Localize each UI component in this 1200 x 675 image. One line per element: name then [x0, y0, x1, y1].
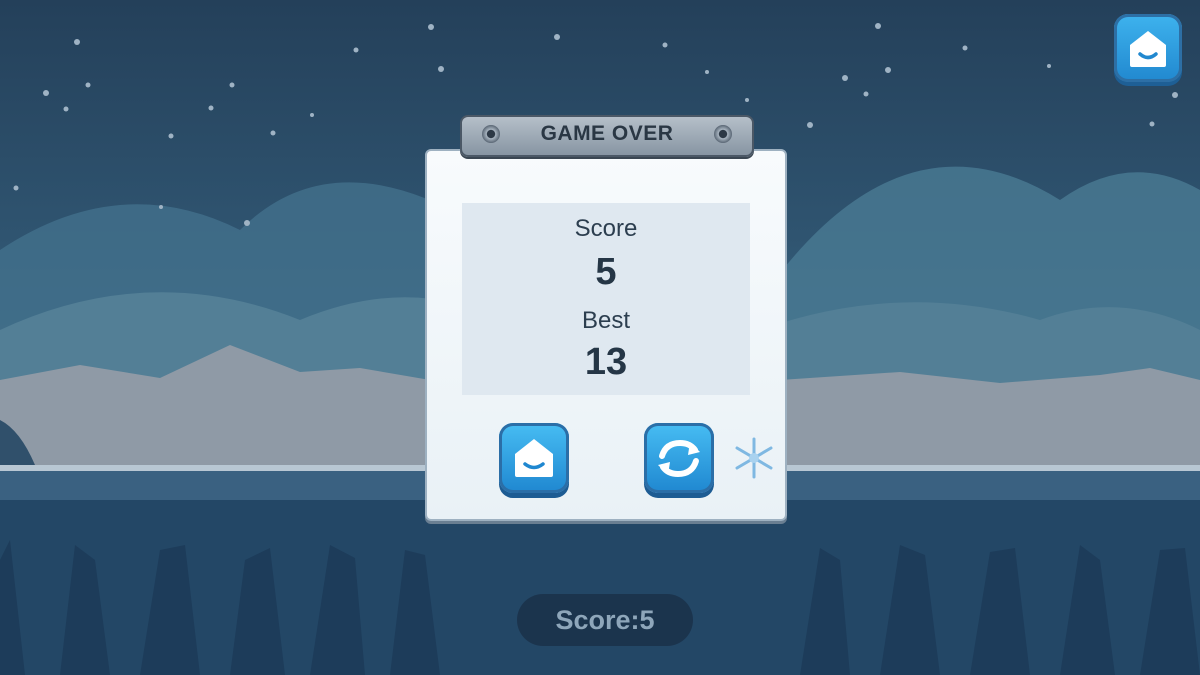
dialog-panel: Score 5 Best 13 [425, 149, 787, 521]
snowflake-icon [735, 437, 773, 479]
restart-button[interactable] [644, 423, 714, 493]
score-value: 5 [595, 251, 617, 293]
star [85, 82, 91, 88]
star [842, 75, 848, 81]
star [554, 34, 560, 40]
star [1149, 121, 1155, 127]
star [705, 70, 709, 74]
star [208, 105, 214, 111]
home-button[interactable] [1114, 14, 1182, 82]
star [875, 23, 881, 29]
star [229, 82, 235, 88]
title-plate: GAME OVER [460, 115, 754, 157]
score-label: Score [574, 215, 638, 242]
star [807, 122, 813, 128]
best-label: Best [581, 307, 631, 334]
score-summary: Score 5 Best 13 [462, 203, 750, 395]
star [159, 205, 163, 209]
star [662, 42, 668, 48]
star [168, 133, 174, 139]
star [885, 67, 891, 73]
best-value: 13 [584, 341, 628, 383]
star [13, 185, 19, 191]
star [1172, 92, 1178, 98]
star [310, 113, 314, 117]
star [863, 91, 869, 97]
star [1047, 64, 1051, 68]
home-menu-button[interactable] [499, 423, 569, 493]
star [962, 45, 968, 51]
star [353, 47, 359, 53]
star [63, 106, 69, 112]
star [438, 66, 444, 72]
star [244, 220, 250, 226]
home-icon [1130, 31, 1166, 67]
home-icon [515, 439, 553, 477]
game-over-dialog: Score 5 Best 13 GAME OVER [425, 115, 787, 521]
star [428, 24, 434, 30]
star [745, 98, 749, 102]
game-scene: Score 5 Best 13 GAME OVER Score:5 [0, 0, 1200, 675]
star [43, 90, 49, 96]
star [270, 130, 276, 136]
current-score-display: Score:5 [517, 594, 693, 646]
restart-icon [658, 439, 700, 478]
game-over-title: GAME OVER [540, 122, 674, 145]
star [74, 39, 80, 45]
